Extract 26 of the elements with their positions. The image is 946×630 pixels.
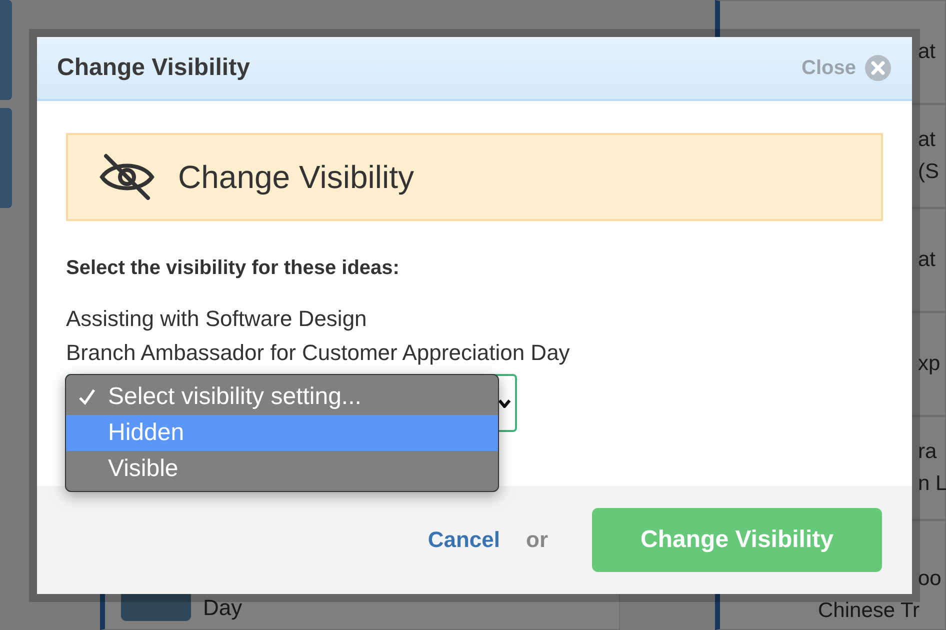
sidebar-tab[interactable] xyxy=(0,108,12,208)
idea-name: Branch Ambassador for Customer Appreciation Day xyxy=(66,340,571,366)
idea-title: Chinese Tr xyxy=(818,599,921,623)
idea-title: at xyxy=(918,40,937,64)
idea-name: Assisting with Software Design xyxy=(66,306,368,332)
idea-title: Day xyxy=(203,595,242,621)
notice-title: Change Visibility xyxy=(178,158,414,196)
idea-title: ra xyxy=(918,440,938,464)
close-button[interactable]: Close xyxy=(802,54,892,82)
prompt-label: Select the visibility for these ideas: xyxy=(66,257,400,280)
dropdown-option[interactable]: Visible xyxy=(66,451,498,487)
idea-title: oo xyxy=(918,567,942,591)
sidebar-tab[interactable] xyxy=(0,0,12,100)
dropdown-option[interactable]: Hidden xyxy=(66,415,498,451)
change-visibility-button[interactable]: Change Visibility xyxy=(592,508,882,572)
idea-title: xp xyxy=(918,352,942,376)
close-icon xyxy=(864,54,892,82)
dialog-title: Change Visibility xyxy=(57,54,250,82)
idea-title: (S xyxy=(918,160,940,184)
or-text: or xyxy=(526,527,548,553)
caret-icon xyxy=(498,398,511,408)
idea-title: at xyxy=(918,248,937,272)
dropdown-option[interactable]: Select visibility setting... xyxy=(66,379,498,415)
cancel-link[interactable]: Cancel xyxy=(428,527,500,553)
eye-slash-icon xyxy=(98,152,156,202)
idea-title: at xyxy=(918,128,937,152)
